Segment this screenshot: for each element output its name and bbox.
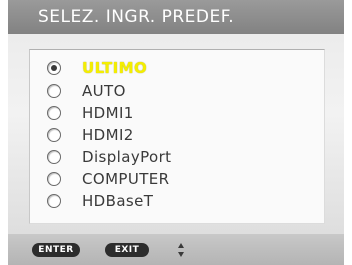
footer-key-guide: ENTER EXIT [8, 234, 344, 265]
option-hdbaset[interactable]: HDBaseT [30, 191, 324, 213]
radio-unselected-icon [47, 128, 61, 142]
option-auto[interactable]: AUTO [30, 81, 324, 103]
menu-panel: ULTIMO AUTO HDMI1 HDMI2 DisplayPort COMP… [8, 34, 344, 234]
exit-button[interactable]: EXIT [105, 243, 149, 257]
up-down-arrows-icon [178, 243, 184, 257]
radio-unselected-icon [47, 84, 61, 98]
radio-selected-icon [47, 61, 61, 75]
radio-unselected-icon [47, 150, 61, 164]
input-options-list: ULTIMO AUTO HDMI1 HDMI2 DisplayPort COMP… [29, 49, 325, 224]
option-label: ULTIMO [82, 59, 148, 77]
option-ultimo[interactable]: ULTIMO [30, 58, 324, 80]
radio-unselected-icon [47, 194, 61, 208]
option-label: DisplayPort [82, 148, 172, 166]
radio-unselected-icon [47, 106, 61, 120]
enter-button[interactable]: ENTER [32, 243, 80, 257]
radio-unselected-icon [47, 172, 61, 186]
option-hdmi1[interactable]: HDMI1 [30, 103, 324, 125]
option-label: HDMI1 [82, 104, 134, 122]
option-computer[interactable]: COMPUTER [30, 169, 324, 191]
menu-title-bar: SELEZ. INGR. PREDEF. [8, 0, 344, 34]
menu-title: SELEZ. INGR. PREDEF. [38, 7, 235, 27]
option-hdmi2[interactable]: HDMI2 [30, 125, 324, 147]
option-displayport[interactable]: DisplayPort [30, 147, 324, 169]
option-label: HDBaseT [82, 192, 154, 210]
option-label: AUTO [82, 82, 126, 100]
option-label: COMPUTER [82, 170, 170, 188]
option-label: HDMI2 [82, 126, 134, 144]
